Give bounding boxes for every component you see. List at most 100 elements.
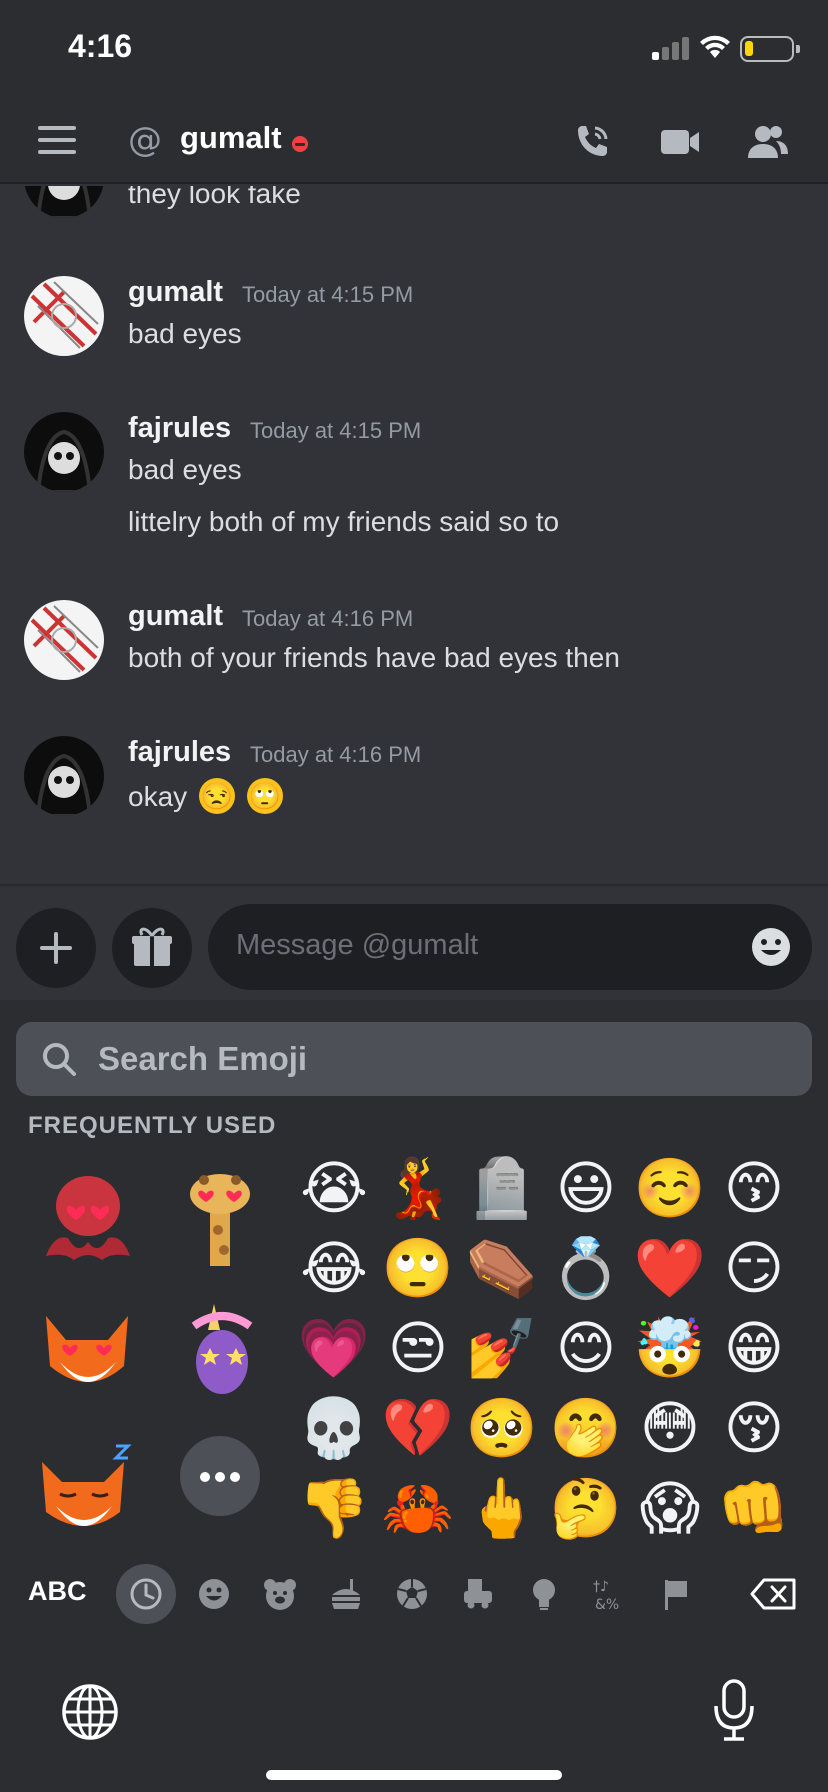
at-icon: @	[128, 120, 162, 160]
emoji-cell[interactable]: 😁	[712, 1308, 796, 1388]
avatar[interactable]	[24, 276, 104, 356]
search-icon	[43, 1043, 76, 1076]
voice-call-icon[interactable]	[570, 120, 614, 164]
abc-keyboard-button[interactable]: ABC	[28, 1576, 87, 1607]
avatar[interactable]	[24, 600, 104, 680]
message-timestamp: Today at 4:16 PM	[242, 606, 414, 631]
battery-icon	[740, 36, 800, 62]
emoji-cell[interactable]: 😙	[712, 1148, 796, 1228]
message-text: littelry both of my friends said so to	[128, 506, 560, 537]
message-list[interactable]: they look fake gumalt Today at 4:15 PM b…	[0, 186, 828, 882]
message-text: okay 😒 🙄	[128, 778, 283, 814]
emoji-cell[interactable]: 😚	[712, 1388, 796, 1468]
emoji-cell[interactable]: 💗	[292, 1308, 376, 1388]
emoji-cell[interactable]: 👎	[292, 1468, 376, 1548]
emoji-cell[interactable]: 💃	[376, 1148, 460, 1228]
emoji-cell[interactable]: ☺️	[628, 1148, 712, 1228]
dm-header: @ gumalt	[0, 100, 828, 184]
emoji-cell[interactable]: 🤔	[544, 1468, 628, 1548]
keyboard-bottom-bar	[0, 1662, 828, 1792]
message-text: bad eyes	[128, 454, 242, 485]
dnd-status-icon	[292, 136, 308, 152]
message-text: bad eyes	[128, 318, 242, 349]
emoji-picker-icon[interactable]	[750, 926, 792, 968]
emoji-cell[interactable]: ❤️	[628, 1228, 712, 1308]
emoji-cell[interactable]: 😳	[628, 1388, 712, 1468]
emoji-cell[interactable]: 😏	[712, 1228, 796, 1308]
avatar[interactable]	[24, 736, 104, 816]
emoji-cell[interactable]: 🖕	[460, 1468, 544, 1548]
heart-eyes-giraffe-icon[interactable]	[164, 1160, 274, 1270]
star-eyes-unicorn-icon[interactable]	[164, 1296, 274, 1406]
message-text: both of your friends have bad eyes then	[128, 642, 620, 673]
emoji-cell[interactable]: 💔	[376, 1388, 460, 1468]
gift-button[interactable]	[112, 908, 192, 988]
svg-text:†♪: †♪	[593, 1579, 609, 1595]
emoji-cell[interactable]: 🪦	[460, 1148, 544, 1228]
heart-eyes-fox-icon[interactable]	[32, 1296, 142, 1406]
message-author[interactable]: gumalt	[128, 600, 223, 633]
cellular-signal-icon	[652, 36, 690, 60]
emoji-cell[interactable]: 🥺	[460, 1388, 544, 1468]
avatar[interactable]	[24, 186, 104, 218]
message-input[interactable]: Message @gumalt	[208, 904, 812, 990]
plus-icon	[40, 932, 72, 964]
ball-icon[interactable]	[384, 1566, 440, 1622]
travel-icon[interactable]	[450, 1566, 506, 1622]
emoji-cell[interactable]: 💅	[460, 1308, 544, 1388]
video-call-icon[interactable]	[658, 120, 702, 164]
dm-recipient-name[interactable]: gumalt	[180, 120, 282, 156]
emoji-cell[interactable]: 😒	[376, 1308, 460, 1388]
status-bar: 4:16	[0, 0, 828, 100]
emoji-cell[interactable]: 👊	[712, 1468, 796, 1548]
food-icon[interactable]	[318, 1566, 374, 1622]
bear-icon[interactable]	[252, 1566, 308, 1622]
emoji-cell[interactable]: 😊	[544, 1308, 628, 1388]
section-title: FREQUENTLY USED	[28, 1112, 277, 1139]
globe-icon[interactable]	[60, 1682, 120, 1742]
emoji-cell[interactable]: 😂	[292, 1228, 376, 1308]
delete-icon[interactable]	[748, 1566, 800, 1622]
message-author[interactable]: fajrules	[128, 412, 231, 445]
message-timestamp: Today at 4:16 PM	[250, 742, 422, 767]
emoji-search-placeholder: Search Emoji	[98, 1040, 308, 1077]
svg-text:&%: &%	[595, 1597, 619, 1612]
members-icon[interactable]	[746, 120, 790, 164]
more-stickers-button[interactable]	[180, 1436, 260, 1516]
emoji-cell[interactable]: 🤯	[628, 1308, 712, 1388]
message-timestamp: Today at 4:15 PM	[250, 418, 422, 443]
menu-icon[interactable]	[38, 126, 76, 154]
unamused-face-icon: 😒	[198, 778, 235, 814]
gift-icon	[132, 927, 172, 966]
sleeping-fox-icon[interactable]	[32, 1432, 142, 1542]
emoji-cell[interactable]: 💍	[544, 1228, 628, 1308]
emoji-category-bar: ABC †♪ &%	[0, 1554, 828, 1634]
message-author[interactable]: gumalt	[128, 276, 223, 309]
emoji-search-input[interactable]: Search Emoji	[16, 1022, 812, 1096]
message-author[interactable]: fajrules	[128, 736, 231, 769]
message-input-placeholder: Message @gumalt	[236, 929, 479, 961]
avatar[interactable]	[24, 412, 104, 492]
emoji-cell[interactable]: 🤭	[544, 1388, 628, 1468]
status-time: 4:16	[68, 28, 133, 64]
emoji-cell[interactable]: 😃	[544, 1148, 628, 1228]
flag-icon[interactable]	[648, 1566, 704, 1622]
attach-button[interactable]	[16, 908, 96, 988]
message-text: they look fake	[128, 186, 301, 209]
emoji-cell[interactable]: 🦀	[376, 1468, 460, 1548]
emoji-cell[interactable]: 😭	[292, 1148, 376, 1228]
emoji-cell[interactable]: 🙄	[376, 1228, 460, 1308]
message-text-content: okay	[128, 781, 188, 812]
emoji-cell[interactable]: 💀	[292, 1388, 376, 1468]
emoji-cell[interactable]: 😱	[628, 1468, 712, 1548]
recent-icon[interactable]	[116, 1564, 176, 1624]
eye-roll-face-icon: 🙄	[246, 778, 283, 814]
message-composer: Message @gumalt	[0, 884, 828, 1000]
emoji-cell[interactable]: ⚰️	[460, 1228, 544, 1308]
heart-eyes-octopus-icon[interactable]	[32, 1160, 142, 1270]
bulb-icon[interactable]	[516, 1566, 572, 1622]
smiley-icon[interactable]	[186, 1566, 242, 1622]
symbols-icon[interactable]: †♪ &%	[582, 1566, 638, 1622]
home-indicator[interactable]	[266, 1770, 562, 1780]
microphone-icon[interactable]	[712, 1678, 756, 1744]
